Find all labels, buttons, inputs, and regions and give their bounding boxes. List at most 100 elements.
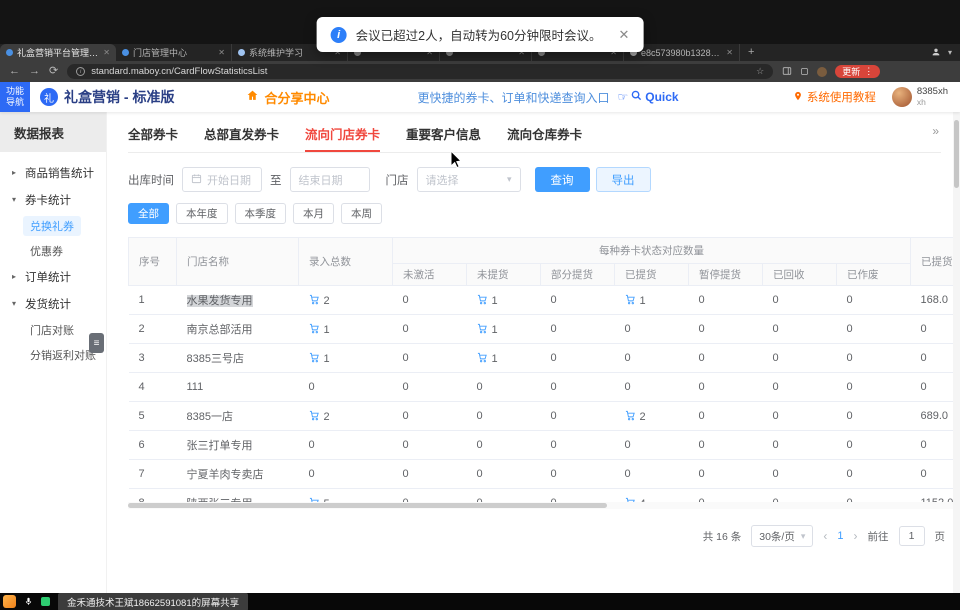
profile-icon[interactable] [931,44,941,62]
content-tab-list: 全部券卡总部直发券卡流向门店券卡重要客户信息流向仓库券卡 [128,124,608,152]
toast-close-icon[interactable]: ✕ [618,27,629,43]
url-text: standard.maboy.cn/CardFlowStatisticsList [91,66,267,77]
cell-value: 1 [467,344,541,373]
back-icon[interactable]: ← [9,66,20,77]
quick-filter-button[interactable]: 本年度 [176,203,228,224]
content-tab[interactable]: 重要客户信息 [406,124,481,152]
forward-icon[interactable]: → [29,66,40,77]
goto-page-input[interactable]: 1 [899,526,925,546]
column-header: 暂停提货 [689,264,763,286]
sidebar-subitem[interactable]: 兑换礼券 [0,213,106,238]
column-header-amount: 已提货金额 [911,238,954,286]
sidebar-item[interactable]: ▾ 券卡统计 [0,186,106,213]
cell-store: 南京总部活用 [177,315,299,344]
sidebar-item[interactable]: ▾发货统计 [0,290,106,317]
browser-tab[interactable]: 礼盒营销平台管理中心✕ [0,44,116,61]
function-nav-button[interactable]: 功能 导航 [0,82,30,112]
store-name: 8385一店 [187,411,233,423]
caret-icon: ▾ [12,195,20,204]
sidebar-item-label: 券卡统计 [25,192,71,208]
time-filter-label: 出库时间 [128,172,174,188]
cell-amount: 689.0 [911,402,954,431]
cell-value: 0 [541,344,615,373]
chevron-down-icon[interactable]: ▾ [948,48,952,57]
bookmark-star-icon[interactable]: ☆ [756,66,764,77]
content-tab[interactable]: 总部直发券卡 [204,124,279,152]
horizontal-scrollbar[interactable] [128,502,953,509]
end-date-placeholder: 结束日期 [299,172,343,188]
cell-value: 0 [393,402,467,431]
quick-filter-button[interactable]: 本季度 [235,203,287,224]
end-date-input[interactable]: 结束日期 [290,167,370,192]
cell-value: 0 [763,344,837,373]
quick-search-link[interactable]: ☞ Quick [617,90,678,104]
tab-close-icon[interactable]: ✕ [218,48,225,57]
side-panel-icon[interactable] [782,63,792,81]
browser-tab[interactable]: 门店管理中心✕ [116,44,232,61]
menu-overflow-icon[interactable]: ⋮ [864,66,873,77]
cell-value: 1 [615,286,689,315]
site-info-icon[interactable]: i [76,67,85,76]
address-bar[interactable]: i standard.maboy.cn/CardFlowStatisticsLi… [67,64,773,79]
content-tab[interactable]: 全部券卡 [128,124,178,152]
microphone-icon[interactable] [24,597,33,606]
tab-close-icon[interactable]: ✕ [103,48,110,57]
scrollbar-thumb[interactable] [128,503,607,508]
cell-value: 0 [299,460,393,489]
start-date-input[interactable]: 开始日期 [182,167,262,192]
cell-amount: 0 [911,344,954,373]
cell-value: 0 [689,431,763,460]
quick-filter-button[interactable]: 全部 [128,203,169,224]
page-size-select[interactable]: 30条/页 ▾ [751,525,813,547]
store-name: 南京总部活用 [187,324,253,336]
search-button[interactable]: 查询 [535,167,590,192]
cell-value: 0 [541,286,615,315]
sidebar-item[interactable]: ▸商品销售统计 [0,159,106,186]
screen-share-icon [41,597,50,606]
page-number[interactable]: 1 [837,530,843,542]
sidebar-collapse-handle[interactable]: ≡ [89,333,104,353]
reload-icon[interactable]: ⟳ [49,66,58,77]
update-browser-button[interactable]: 更新 ⋮ [835,65,880,78]
cell-value: 0 [837,373,911,402]
table-row: 8陕西张三专用500040001152.0 [129,489,954,503]
share-center-link[interactable]: 合分享中心 [246,88,329,107]
content-tab[interactable]: 流向门店券卡 [305,124,380,152]
browser-avatar-icon[interactable] [817,67,827,77]
quick-filter-button[interactable]: 本月 [293,203,334,224]
vertical-scrollbar[interactable] [953,82,960,593]
cell-value: 0 [467,489,541,503]
sidebar-subitem[interactable]: 优惠券 [0,238,106,263]
cell-amount: 0 [911,373,954,402]
cart-icon [477,294,488,305]
quick-filter-button[interactable]: 本周 [341,203,382,224]
cell-value: 0 [689,286,763,315]
prev-page-button[interactable]: ‹ [823,529,827,543]
new-tab-button[interactable]: + [740,44,762,61]
cell-value: 0 [689,402,763,431]
tab-close-icon[interactable]: ✕ [726,48,733,57]
content-tab[interactable]: 流向仓库券卡 [507,124,582,152]
store-select[interactable]: 请选择 ▾ [417,167,521,192]
sidebar-item[interactable]: ▸订单统计 [0,263,106,290]
meeting-app-icon [3,595,16,608]
cell-value: 2 [615,402,689,431]
scrollbar-thumb[interactable] [954,120,959,188]
user-names: 8385xh xh [917,87,948,108]
next-page-button[interactable]: › [854,529,858,543]
user-menu[interactable]: 8385xh xh [892,87,948,108]
user-subname: xh [917,98,948,108]
total-count: 共 16 条 [703,529,742,544]
cell-amount: 0 [911,315,954,344]
cell-value: 0 [689,344,763,373]
tutorial-link[interactable]: 系统使用教程 [793,89,876,105]
sidebar-item-label: 商品销售统计 [25,165,94,181]
export-button[interactable]: 导出 [596,167,651,192]
cart-icon [477,352,488,363]
column-header-store: 门店名称 [177,238,299,286]
collapse-panel-icon[interactable]: » [932,124,939,138]
cell-value: 2 [299,286,393,315]
cell-value: 0 [299,373,393,402]
extensions-icon[interactable] [800,63,809,81]
tab-strip-controls: ▾ [931,44,960,61]
